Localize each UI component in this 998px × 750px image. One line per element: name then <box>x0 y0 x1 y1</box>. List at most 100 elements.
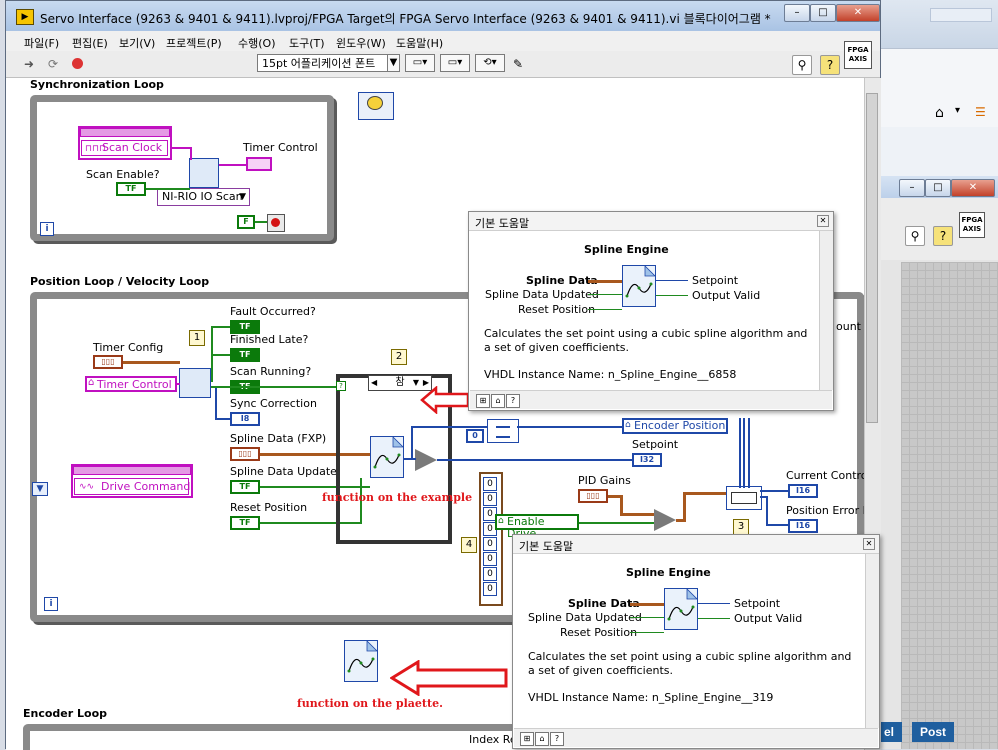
timer-control-node[interactable]: Timer Control <box>85 376 177 392</box>
help-instance-2: VHDL Instance Name: n_Spline_Engine__319 <box>528 691 774 704</box>
help-title-1: 기본 도움말 <box>475 217 530 230</box>
pid-gains-label: PID Gains <box>578 474 631 487</box>
array-element: 0 <box>483 552 497 566</box>
pid-vi[interactable] <box>726 486 762 510</box>
help-close-icon-2[interactable]: ✕ <box>863 538 875 550</box>
cleanup-diagram-icon[interactable]: ✎ <box>509 55 527 73</box>
timer-control-label: Timer Control <box>243 141 318 154</box>
help-scrollbar-1[interactable] <box>819 231 833 390</box>
pid-gains-control[interactable]: ▯▯▯ <box>578 489 608 503</box>
spline-engine-vi-palette[interactable] <box>344 640 378 682</box>
sync-correction-indicator[interactable]: I8 <box>230 412 260 426</box>
setpoint-indicator[interactable]: I32 <box>632 453 662 467</box>
search-icon[interactable]: ⚲ <box>792 55 812 75</box>
second-diagram-grid <box>901 262 998 749</box>
scan-enable-control[interactable]: TF <box>116 182 146 196</box>
array-element: 0 <box>483 582 497 596</box>
maximize-button-2[interactable]: □ <box>925 179 951 197</box>
abort-icon[interactable] <box>68 55 86 73</box>
reset-position-control[interactable]: TF <box>230 516 260 530</box>
spline-data-fxp-control[interactable]: ▯▯▯ <box>230 447 260 461</box>
menu-view[interactable]: 보기(V) <box>119 35 155 51</box>
help-scrollbar-2[interactable] <box>865 554 879 728</box>
help-detailed-help-icon-1[interactable]: ? <box>506 394 520 408</box>
case-prev-icon[interactable]: ◀ <box>371 376 377 389</box>
scan-mode-ring[interactable]: NI-RIO IO Scan ▼ <box>157 188 250 206</box>
align-objects-icon[interactable]: ▭▾ <box>405 54 435 72</box>
help-lock-icon-1[interactable]: ⌂ <box>491 394 505 408</box>
font-select[interactable]: 15pt 어플리케이션 폰트 <box>257 54 399 72</box>
distribute-objects-icon[interactable]: ▭▾ <box>440 54 470 72</box>
timer-control-indicator[interactable] <box>246 157 272 171</box>
array-element: 0 <box>483 537 497 551</box>
position-error-indicator[interactable]: I16 <box>788 519 818 533</box>
dropdown-arrow-icon[interactable]: ▾ <box>955 105 960 116</box>
comparison-node[interactable] <box>487 419 519 443</box>
sync-loop-iteration-terminal: i <box>40 222 54 236</box>
timer-config-control[interactable]: ▯▯▯ <box>93 355 123 369</box>
help-input-reset-position-2: Reset Position <box>560 626 638 639</box>
resize-objects-icon[interactable]: ⟲▾ <box>475 54 505 72</box>
help-icon-2[interactable]: ? <box>933 226 953 246</box>
close-button-2[interactable]: ✕ <box>951 179 995 197</box>
square-wave-icon: ⊓⊓⊓ <box>85 144 107 154</box>
help-lock-icon-2[interactable]: ⌂ <box>535 732 549 746</box>
help-close-icon-1[interactable]: ✕ <box>817 215 829 227</box>
menu-window[interactable]: 윈도우(W) <box>336 35 386 51</box>
help-function-name-1: Spline Engine <box>584 243 669 256</box>
context-help-icon[interactable]: ? <box>820 55 840 75</box>
sync-timed-loop[interactable] <box>30 95 334 241</box>
minimize-button-2[interactable]: – <box>899 179 925 197</box>
zoom-icon-2[interactable]: ⚲ <box>905 226 925 246</box>
help-show-optional-icon-1[interactable]: ⊞ <box>476 394 490 408</box>
fault-occurred-indicator[interactable]: TF <box>230 320 260 334</box>
menu-edit[interactable]: 편집(E) <box>72 35 108 51</box>
array-constant[interactable]: 0 0 0 0 0 0 0 0 <box>479 472 503 606</box>
case-selector-terminal[interactable]: ? <box>336 381 346 391</box>
sync-correction-label: Sync Correction <box>230 397 317 410</box>
window-title: Servo Interface (9263 & 9401 & 9411).lvp… <box>40 12 771 26</box>
menu-operate[interactable]: 수행(O) <box>238 35 275 51</box>
pid-select-icon[interactable] <box>654 509 676 531</box>
timed-loop-node[interactable] <box>358 92 394 120</box>
scan-enable-label: Scan Enable? <box>86 168 160 181</box>
minimize-button[interactable]: – <box>784 4 810 22</box>
scan-mode-vi[interactable] <box>189 158 219 188</box>
help-show-optional-icon-2[interactable]: ⊞ <box>520 732 534 746</box>
post-button[interactable]: Post <box>912 722 955 742</box>
help-output-setpoint-2: Setpoint <box>734 597 781 610</box>
menu-help[interactable]: 도움말(H) <box>396 35 443 51</box>
help-output-valid-2: Output Valid <box>734 612 803 625</box>
stop-false-constant[interactable]: F <box>237 215 255 229</box>
second-labview-window: – □ ✕ ⚲ ? FPGA AXIS <box>880 176 998 749</box>
menu-tools[interactable]: 도구(T) <box>289 35 325 51</box>
close-button[interactable]: ✕ <box>836 4 880 22</box>
run-continuous-icon[interactable]: ⟳ <box>44 55 62 73</box>
help-detailed-help-icon-2[interactable]: ? <box>550 732 564 746</box>
data-valid-select-icon[interactable] <box>415 449 437 471</box>
reset-position-label: Reset Position <box>230 501 308 514</box>
enable-drive-node[interactable]: Enable Drive <box>495 514 579 540</box>
home-icon[interactable]: ⌂ <box>935 105 944 121</box>
zero-constant[interactable]: 0 <box>466 429 484 443</box>
wait-on-timer-vi[interactable] <box>179 368 211 398</box>
loop-input-node-icon[interactable]: ▼ <box>32 482 48 496</box>
spline-data-updated-control[interactable]: TF <box>230 480 260 494</box>
browser-address-fragment <box>930 8 992 22</box>
maximize-button[interactable]: □ <box>810 4 836 22</box>
rss-icon[interactable]: ☰ <box>975 105 986 119</box>
encoder-position-node[interactable]: Encoder Position <box>622 418 728 434</box>
help-input-spline-data-2: Spline Data <box>568 597 640 610</box>
menu-project[interactable]: 프로젝트(P) <box>166 35 222 51</box>
frame-label-1: 1 <box>189 330 205 346</box>
current-control-indicator[interactable]: I16 <box>788 484 818 498</box>
vertical-scrollbar-thumb[interactable] <box>866 93 878 423</box>
finished-late-indicator[interactable]: TF <box>230 348 260 362</box>
run-arrow-icon[interactable]: ➜ <box>20 55 38 73</box>
scan-mode-text: NI-RIO IO Scan <box>162 190 243 203</box>
menu-file[interactable]: 파일(F) <box>24 35 59 51</box>
case-dropdown-icon[interactable]: ▼ <box>413 376 419 389</box>
spline-engine-vi-example[interactable] <box>370 436 404 478</box>
font-dropdown-icon[interactable]: ▼ <box>387 54 400 72</box>
stop-condition-terminal[interactable] <box>267 214 285 232</box>
